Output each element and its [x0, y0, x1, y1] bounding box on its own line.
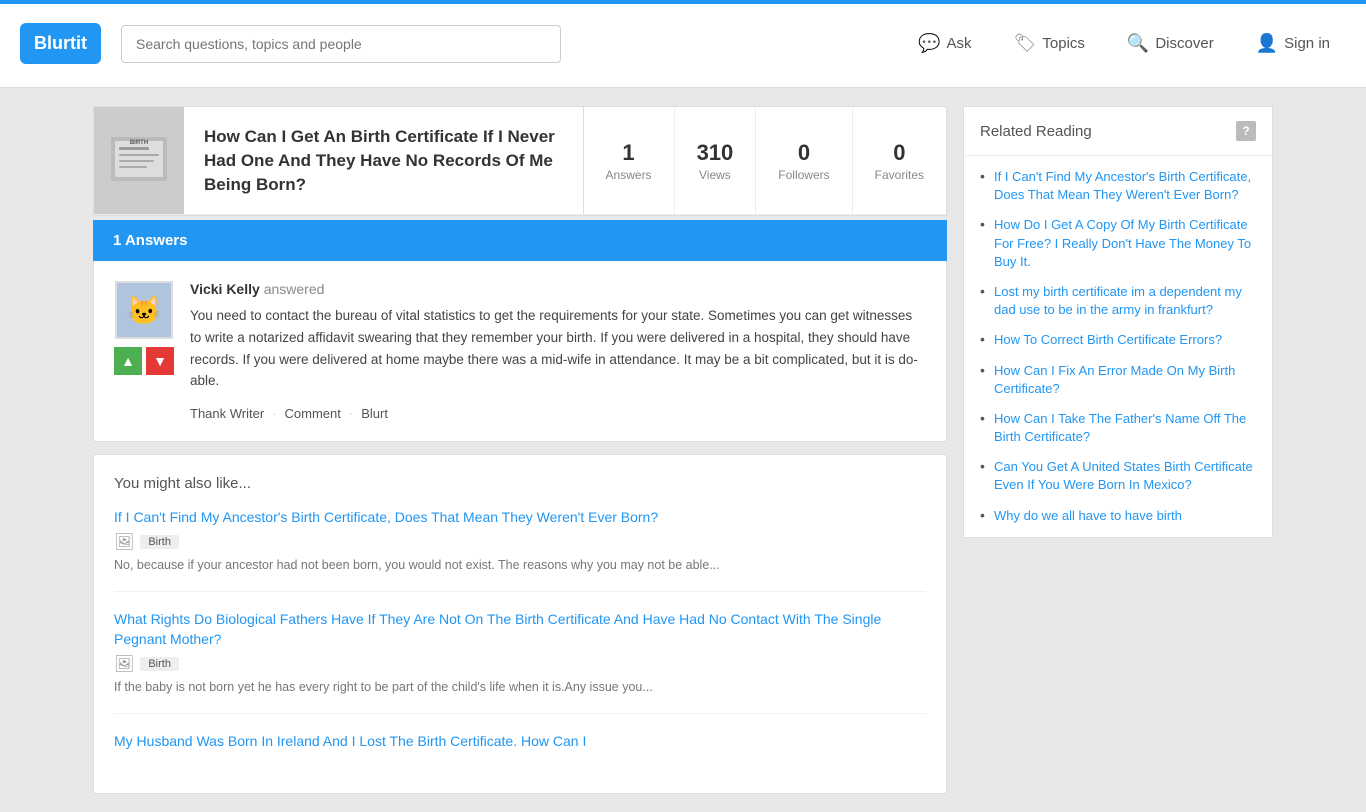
- signin-icon: 👤: [1256, 33, 1278, 54]
- blurt-link[interactable]: Blurt: [361, 406, 388, 421]
- question-stats: 1 Answers 310 Views 0 Followers 0 Favori…: [583, 107, 946, 214]
- also-item-tag-0: Birth: [140, 535, 179, 549]
- stat-views-label: Views: [699, 168, 731, 182]
- also-item-link-0[interactable]: If I Can't Find My Ancestor's Birth Cert…: [114, 508, 926, 528]
- stat-answers-label: Answers: [606, 168, 652, 182]
- stat-followers-label: Followers: [778, 168, 829, 182]
- related-link-4[interactable]: How Can I Fix An Error Made On My Birth …: [994, 362, 1256, 398]
- help-icon[interactable]: ?: [1236, 121, 1256, 141]
- topics-icon: 🏷: [1014, 33, 1037, 54]
- related-card: Related Reading ? If I Can't Find My Anc…: [963, 106, 1273, 538]
- nav-bar: 💬 Ask 🏷 Topics 🔍 Discover 👤 Sign in: [902, 25, 1346, 62]
- avatar-image: 🐱: [117, 283, 171, 337]
- stat-favorites-label: Favorites: [875, 168, 924, 182]
- answerer-name: Vicki Kelly answered: [190, 281, 926, 297]
- also-item: If I Can't Find My Ancestor's Birth Cert…: [114, 508, 926, 592]
- also-item-link-1[interactable]: What Rights Do Biological Fathers Have I…: [114, 610, 926, 649]
- related-item-2: Lost my birth certificate im a dependent…: [980, 283, 1256, 319]
- question-icon: BIRTH: [94, 107, 184, 214]
- question-title-area: How Can I Get An Birth Certificate If I …: [184, 107, 583, 214]
- answered-text: answered: [264, 281, 325, 297]
- related-link-7[interactable]: Why do we all have to have birth: [994, 507, 1256, 525]
- related-link-2[interactable]: Lost my birth certificate im a dependent…: [994, 283, 1256, 319]
- question-header: BIRTH How Can I Get An Birth Certificate…: [94, 107, 946, 215]
- certificate-icon: BIRTH: [107, 129, 171, 193]
- thank-writer-link[interactable]: Thank Writer: [190, 406, 264, 421]
- stat-views-num: 310: [697, 140, 734, 166]
- nav-signin-label: Sign in: [1284, 35, 1330, 52]
- stat-views: 310 Views: [675, 107, 757, 214]
- nav-discover-label: Discover: [1155, 35, 1213, 52]
- answer-body: You need to contact the bureau of vital …: [190, 305, 926, 391]
- main-container: BIRTH How Can I Get An Birth Certificate…: [83, 106, 1283, 794]
- also-item-snippet-0: No, because if your ancestor had not bee…: [114, 556, 926, 575]
- comment-link[interactable]: Comment: [285, 406, 341, 421]
- also-item-link-2[interactable]: My Husband Was Born In Ireland And I Los…: [114, 732, 926, 752]
- related-item-4: How Can I Fix An Error Made On My Birth …: [980, 362, 1256, 398]
- svg-text:BIRTH: BIRTH: [130, 140, 148, 146]
- stat-favorites: 0 Favorites: [853, 107, 946, 214]
- also-item-2: My Husband Was Born In Ireland And I Los…: [114, 732, 926, 773]
- vote-down-button[interactable]: ▼: [146, 347, 174, 375]
- related-list: If I Can't Find My Ancestor's Birth Cert…: [964, 156, 1272, 537]
- answer-actions: Thank Writer · Comment · Blurt: [190, 406, 926, 421]
- related-link-3[interactable]: How To Correct Birth Certificate Errors?: [994, 331, 1256, 349]
- search-input[interactable]: [121, 25, 561, 63]
- related-item-1: How Do I Get A Copy Of My Birth Certific…: [980, 216, 1256, 271]
- nav-ask-label: Ask: [947, 35, 972, 52]
- stat-answers: 1 Answers: [584, 107, 675, 214]
- related-link-6[interactable]: Can You Get A United States Birth Certif…: [994, 458, 1256, 494]
- vote-buttons: ▲ ▼: [114, 347, 174, 375]
- stat-answers-num: 1: [622, 140, 634, 166]
- ask-icon: 💬: [918, 33, 940, 54]
- answers-header: 1 Answers: [93, 220, 947, 261]
- vote-up-button[interactable]: ▲: [114, 347, 142, 375]
- also-like-title: You might also like...: [114, 475, 926, 492]
- also-like-card: You might also like... If I Can't Find M…: [93, 454, 947, 794]
- related-item-3: How To Correct Birth Certificate Errors?: [980, 331, 1256, 349]
- header: Blurtit 💬 Ask 🏷 Topics 🔍 Discover 👤 Sign…: [0, 0, 1366, 88]
- also-item-icon-1: 🖼: [114, 654, 134, 674]
- also-item-meta-1: 🖼 Birth: [114, 654, 926, 674]
- answer-right: Vicki Kelly answered You need to contact…: [190, 281, 926, 420]
- sidebar: Related Reading ? If I Can't Find My Anc…: [963, 106, 1273, 794]
- question-card: BIRTH How Can I Get An Birth Certificate…: [93, 106, 947, 216]
- related-header: Related Reading ?: [964, 107, 1272, 156]
- nav-topics-label: Topics: [1042, 35, 1085, 52]
- nav-ask[interactable]: 💬 Ask: [902, 25, 987, 62]
- answer-card: 🐱 ▲ ▼ Vicki Kelly answered You need to c…: [93, 261, 947, 441]
- nav-signin[interactable]: 👤 Sign in: [1240, 25, 1346, 62]
- also-item-icon-0: 🖼: [114, 532, 134, 552]
- question-title: How Can I Get An Birth Certificate If I …: [204, 125, 563, 196]
- main-column: BIRTH How Can I Get An Birth Certificate…: [93, 106, 947, 794]
- also-item-meta-0: 🖼 Birth: [114, 532, 926, 552]
- related-item-5: How Can I Take The Father's Name Off The…: [980, 410, 1256, 446]
- also-item-tag-1: Birth: [140, 657, 179, 671]
- related-title: Related Reading: [980, 123, 1092, 140]
- logo[interactable]: Blurtit: [20, 23, 101, 64]
- related-item-7: Why do we all have to have birth: [980, 507, 1256, 525]
- nav-discover[interactable]: 🔍 Discover: [1111, 25, 1230, 62]
- also-item-snippet-1: If the baby is not born yet he has every…: [114, 678, 926, 697]
- answer-left: 🐱 ▲ ▼: [114, 281, 174, 420]
- related-item-0: If I Can't Find My Ancestor's Birth Cert…: [980, 168, 1256, 204]
- also-item-1: What Rights Do Biological Fathers Have I…: [114, 610, 926, 714]
- related-link-0[interactable]: If I Can't Find My Ancestor's Birth Cert…: [994, 168, 1256, 204]
- nav-topics[interactable]: 🏷 Topics: [998, 25, 1101, 62]
- related-item-6: Can You Get A United States Birth Certif…: [980, 458, 1256, 494]
- related-link-5[interactable]: How Can I Take The Father's Name Off The…: [994, 410, 1256, 446]
- related-link-1[interactable]: How Do I Get A Copy Of My Birth Certific…: [994, 216, 1256, 271]
- avatar: 🐱: [115, 281, 173, 339]
- stat-followers-num: 0: [798, 140, 810, 166]
- stat-favorites-num: 0: [893, 140, 905, 166]
- discover-icon: 🔍: [1127, 33, 1149, 54]
- stat-followers: 0 Followers: [756, 107, 852, 214]
